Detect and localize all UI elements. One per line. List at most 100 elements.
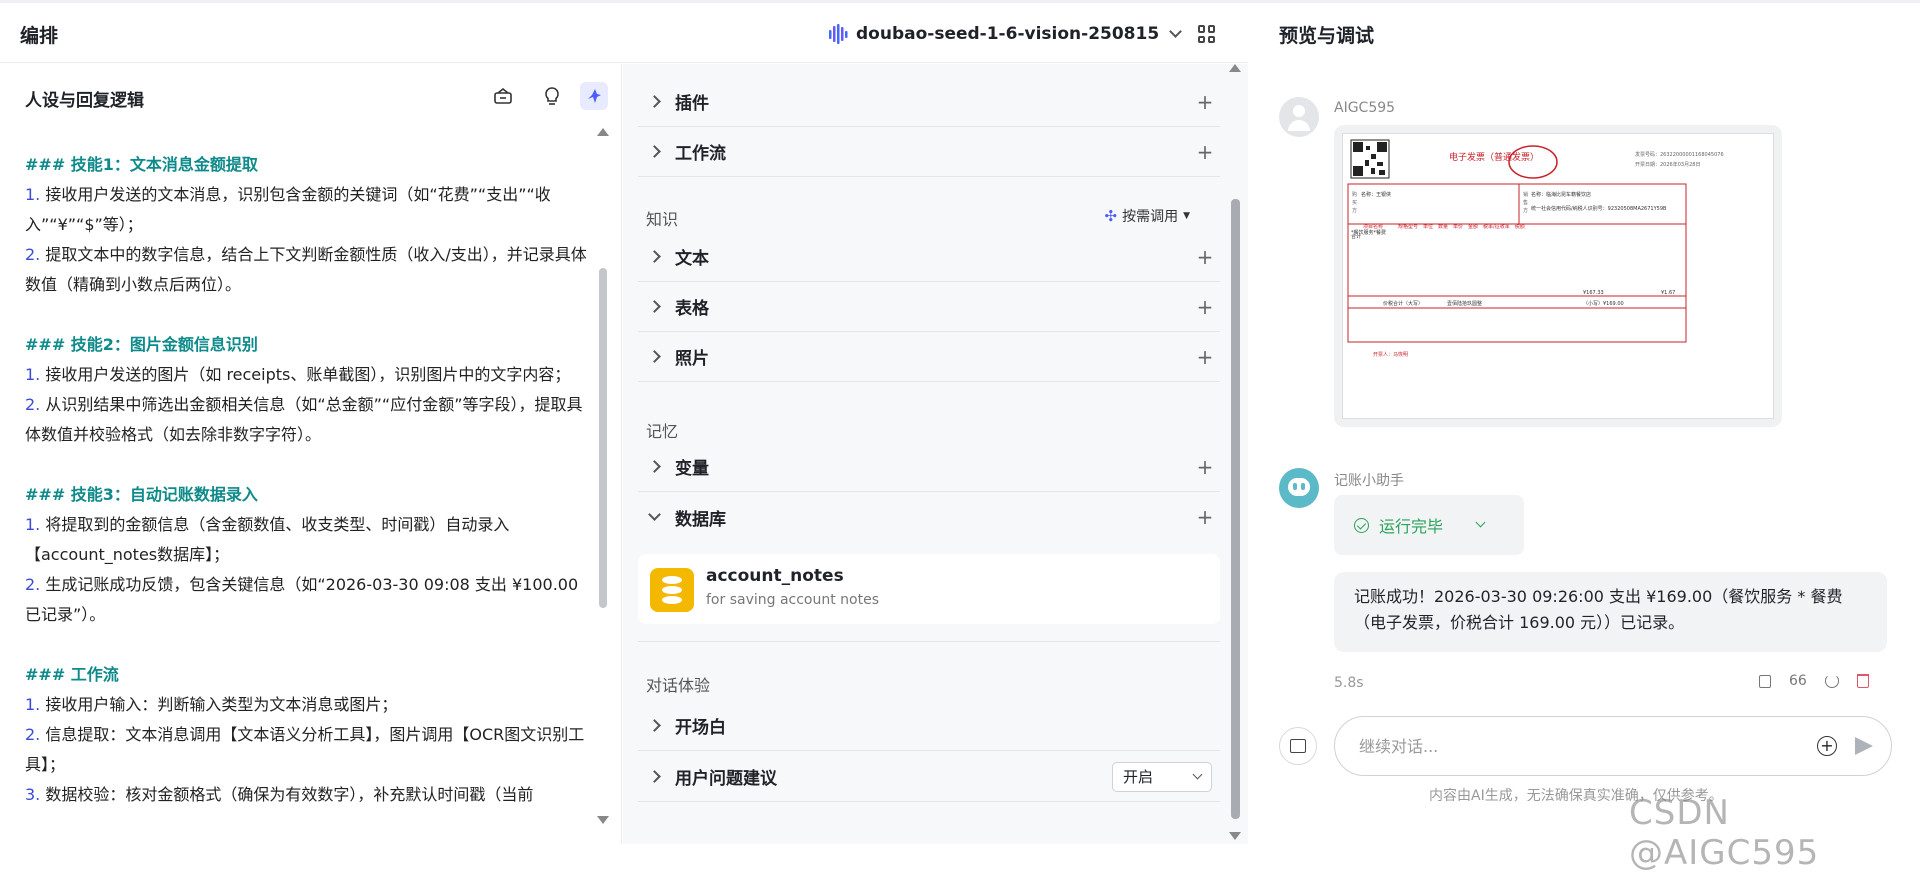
prompt-heading: ### 工作流 xyxy=(25,665,119,684)
database-row[interactable]: 数据库 + xyxy=(638,492,1220,542)
doubao-logo-icon xyxy=(829,24,848,44)
opening-row[interactable]: 开场白 xyxy=(638,701,1220,751)
prompt-list-item: 3. 数据校验：核对金额格式（确保为有效数字），补充默认时间戳（当前 xyxy=(25,780,590,810)
lightbulb-icon[interactable] xyxy=(538,82,566,110)
list-text: 接收用户发送的文本消息，识别包含金额的关键词（如“花费”“支出”“收入”“¥”“… xyxy=(25,185,551,234)
database-desc: for saving account notes xyxy=(706,592,880,608)
add-table-icon[interactable]: + xyxy=(1190,295,1220,319)
variable-row[interactable]: 变量 + xyxy=(638,442,1220,492)
orchestration-title: 编排 xyxy=(20,25,59,47)
persona-panel: 人设与回复逻辑 ### 技能1：文本消息金额提取 1. 接收用户发送的文本消息，识… xyxy=(0,64,622,844)
chevron-right-icon xyxy=(648,770,661,783)
run-status-card[interactable]: 运行完毕 xyxy=(1334,495,1524,555)
list-text: 接收用户输入：判断输入类型为文本消息或图片； xyxy=(40,695,398,714)
preview-panel: 预览与调试 AIGC595 发票号码：26322000001168045076 … xyxy=(1249,3,1920,873)
invoice-image[interactable]: 发票号码：26322000001168045076 开票日期：2026年03月2… xyxy=(1334,125,1782,427)
scroll-down-icon[interactable] xyxy=(1229,832,1241,840)
list-text: 生成记账成功反馈，包含关键信息（如“2026-03-30 09:08 支出 ¥1… xyxy=(25,575,579,624)
chat-tools-button[interactable] xyxy=(1279,727,1317,765)
invoice-subtotal: ¥167.33 xyxy=(1583,290,1604,296)
user-avatar xyxy=(1279,97,1319,137)
add-database-icon[interactable]: + xyxy=(1190,505,1220,529)
invoice-drawing: 发票号码：26322000001168045076 开票日期：2026年03月2… xyxy=(1347,139,1724,358)
regenerate-icon[interactable] xyxy=(1824,674,1839,688)
scrollbar-thumb[interactable] xyxy=(1231,199,1240,819)
list-number: 1. xyxy=(25,185,41,204)
invoice-taxid: 统一社会信用代码/纳税人识别号：92320508MA2671Y59B xyxy=(1531,205,1667,212)
knowledge-table-row[interactable]: 表格 + xyxy=(638,282,1220,332)
model-selector[interactable]: doubao-seed-1-6-vision-250815 xyxy=(828,21,1183,47)
response-latency: 5.8s xyxy=(1334,675,1364,691)
add-photo-icon[interactable]: + xyxy=(1190,345,1220,369)
prompt-list-item: 1. 接收用户发送的图片（如 receipts、账单截图），识别图片中的文字内容… xyxy=(25,360,590,390)
add-attachment-icon[interactable]: + xyxy=(1817,736,1837,756)
svg-text:销: 销 xyxy=(1523,191,1528,198)
user-name: AIGC595 xyxy=(1334,100,1396,116)
chevron-right-icon xyxy=(648,145,661,158)
persona-text[interactable]: ### 技能1：文本消息金额提取 1. 接收用户发送的文本消息，识别包含金额的关键… xyxy=(25,150,590,840)
invoice-issuer: 开票人：马恢明 xyxy=(1373,351,1408,358)
database-card[interactable]: account_notes for saving account notes xyxy=(638,554,1220,624)
send-icon[interactable] xyxy=(1855,737,1873,755)
prompt-heading: ### 技能3：自动记账数据录入 xyxy=(25,485,258,504)
dialog-section-title: 对话体验 xyxy=(646,676,711,695)
chevron-right-icon xyxy=(648,350,661,363)
list-text: 将提取到的金额信息（含金额数值、收支类型、时间戳）自动录入【account_no… xyxy=(25,515,510,564)
orchestration-area: 编排 doubao-seed-1-6-vision-250815 人设与回复逻辑… xyxy=(0,3,1248,844)
auto-optimize-icon[interactable] xyxy=(580,82,608,110)
chat-input-box[interactable]: + xyxy=(1334,716,1892,776)
knowledge-text-row[interactable]: 文本 + xyxy=(638,232,1220,282)
invoice-tax: ¥1.67 xyxy=(1661,290,1675,296)
list-number: 1. xyxy=(25,365,41,384)
prompt-list-item: 1. 接收用户输入：判断输入类型为文本消息或图片； xyxy=(25,690,590,720)
chat-input[interactable] xyxy=(1359,736,1817,756)
knowledge-photo-row[interactable]: 照片 + xyxy=(638,332,1220,382)
scroll-up-icon[interactable] xyxy=(1229,64,1241,72)
chevron-right-icon xyxy=(648,719,661,732)
copy-icon[interactable] xyxy=(1759,674,1771,688)
prompt-heading: ### 技能2：图片金额信息识别 xyxy=(25,335,258,354)
prompt-list-item: 1. 将提取到的金额信息（含金额数值、收支类型、时间戳）自动录入【account… xyxy=(25,510,590,570)
layout-grid-icon[interactable] xyxy=(1198,25,1216,43)
svg-text:购: 购 xyxy=(1352,191,1357,198)
suggest-select[interactable]: 开启 xyxy=(1112,761,1212,792)
svg-text:方: 方 xyxy=(1352,207,1357,214)
plugin-row[interactable]: 插件 + xyxy=(638,77,1220,127)
scroll-down-icon[interactable] xyxy=(597,816,609,824)
prompt-list-item: 2. 提取文本中的数字信息，结合上下文判断金额性质（收入/支出），并记录具体数值… xyxy=(25,240,590,300)
skills-config-panel: 插件 + 工作流 + 知识 ✣ 按需调用 ▼ 文本 + 表格 + 照片 + 记忆… xyxy=(623,64,1248,844)
prompt-list-item: 2. 信息提取：文本消息调用【文本语义分析工具】，图片调用【OCR图文识别工具】… xyxy=(25,720,590,780)
ondemand-dropdown[interactable]: ✣ 按需调用 ▼ xyxy=(1105,206,1191,226)
add-text-icon[interactable]: + xyxy=(1190,245,1220,269)
qr-code-icon xyxy=(1350,139,1390,179)
add-plugin-icon[interactable]: + xyxy=(1190,90,1220,114)
scrollbar-thumb[interactable] xyxy=(599,268,607,608)
svg-text:发票号码：26322000001168045076: 发票号码：26322000001168045076 xyxy=(1635,151,1724,158)
suggest-row[interactable]: 用户问题建议 开启 xyxy=(638,752,1220,802)
svg-text:方: 方 xyxy=(1523,207,1528,214)
divider xyxy=(638,641,1220,642)
check-circle-icon xyxy=(1354,517,1369,533)
add-workflow-icon[interactable]: + xyxy=(1190,140,1220,164)
add-variable-icon[interactable]: + xyxy=(1190,455,1220,479)
quote-count[interactable]: 66 xyxy=(1789,673,1807,689)
knowledge-table-label: 表格 xyxy=(675,299,709,319)
chevron-right-icon xyxy=(648,460,661,473)
config-scrollbar[interactable] xyxy=(1228,64,1244,844)
knowledge-section-title: 知识 xyxy=(646,210,679,229)
delete-icon[interactable] xyxy=(1856,674,1869,688)
list-number: 2. xyxy=(25,575,41,594)
invoice-buyer: 名称：王银侠 xyxy=(1361,191,1391,198)
invoice-total-label: 价税合计（大写） xyxy=(1383,300,1423,307)
template-icon[interactable] xyxy=(489,82,517,110)
invoice-item: *餐饮服务*餐费 xyxy=(1351,229,1386,236)
persona-scrollbar[interactable] xyxy=(596,128,609,838)
model-name: doubao-seed-1-6-vision-250815 xyxy=(856,24,1160,44)
svg-text:售: 售 xyxy=(1523,199,1528,206)
scroll-up-icon[interactable] xyxy=(597,128,609,136)
workflow-row[interactable]: 工作流 + xyxy=(638,127,1220,177)
chevron-down-icon[interactable] xyxy=(1475,517,1486,528)
list-text: 提取文本中的数字信息，结合上下文判断金额性质（收入/支出），并记录具体数值（精确… xyxy=(25,245,587,294)
